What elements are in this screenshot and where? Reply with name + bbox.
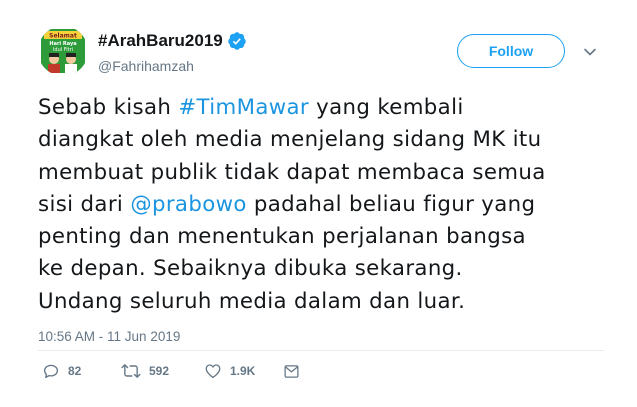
chevron-down-icon[interactable] xyxy=(580,42,600,62)
tweet-text-line: penting dan menentukan perjalanan bangsa xyxy=(38,221,608,253)
tweet-card: Selamat Hari Raya Idul Fitri #ArahBaru20… xyxy=(0,0,637,407)
display-name-text: #ArahBaru2019 xyxy=(98,31,223,50)
divider xyxy=(38,350,604,351)
like-count: 1.9K xyxy=(230,364,256,378)
avatar-text-3: Idul Fitri xyxy=(53,47,73,53)
retweet-icon xyxy=(121,364,141,378)
timestamp[interactable]: 10:56 AM - 11 Jun 2019 xyxy=(38,329,180,344)
tweet-text-segment: yang kembali xyxy=(309,95,464,120)
tweet-text-segment: Sebab kisah xyxy=(38,95,179,120)
hashtag-link[interactable]: #TimMawar xyxy=(178,95,309,120)
retweet-count: 592 xyxy=(149,364,170,378)
tweet-text-line: sisi dari @prabowo padahal beliau figur … xyxy=(38,189,608,221)
reply-icon xyxy=(43,364,59,379)
like-button[interactable]: 1.9K xyxy=(204,361,255,381)
reply-count: 82 xyxy=(68,364,82,378)
tweet-text-line: ke depan. Sebaiknya dibuka sekarang. xyxy=(38,253,608,285)
follow-button[interactable]: Follow xyxy=(457,34,565,68)
tweet-text-line: membuat publik tidak dapat membaca semua xyxy=(38,157,608,189)
reply-button[interactable]: 82 xyxy=(42,361,81,381)
tweet-text-segment: Undang seluruh media dalam dan luar. xyxy=(38,288,466,314)
tweet-text-segment: diangkat oleh media menjelang sidang MK … xyxy=(38,127,542,153)
direct-message-button[interactable] xyxy=(283,361,300,381)
tweet-text-segment: penting dan menentukan perjalanan bangsa xyxy=(38,224,526,250)
handle[interactable]: @Fahrihamzah xyxy=(98,58,194,74)
heart-icon xyxy=(205,364,221,379)
tweet-text: Sebab kisah #TimMawar yang kembali diangk… xyxy=(38,92,608,318)
tweet-text-segment: ke depan. Sebaiknya dibuka sekarang. xyxy=(38,256,463,282)
avatar-image: Selamat Hari Raya Idul Fitri xyxy=(38,26,88,76)
retweet-button[interactable]: 592 xyxy=(121,361,169,381)
avatar-text-1: Selamat xyxy=(49,33,77,40)
tweet-text-segment: membuat publik tidak dapat membaca semua xyxy=(38,159,546,185)
tweet-text-line: diangkat oleh media menjelang sidang MK … xyxy=(38,124,608,156)
tweet-text-line: Sebab kisah #TimMawar yang kembali xyxy=(38,92,608,124)
display-name[interactable]: #ArahBaru2019 xyxy=(98,31,247,51)
avatar[interactable]: Selamat Hari Raya Idul Fitri xyxy=(38,26,88,76)
tweet-text-line: Undang seluruh media dalam dan luar. xyxy=(38,286,608,318)
verified-badge-icon xyxy=(227,31,247,51)
envelope-icon xyxy=(284,364,299,378)
tweet-text-segment: sisi dari xyxy=(38,191,131,217)
tweet-text-segment: padahal beliau figur yang xyxy=(246,191,536,217)
mention-link[interactable]: @prabowo xyxy=(130,192,246,217)
